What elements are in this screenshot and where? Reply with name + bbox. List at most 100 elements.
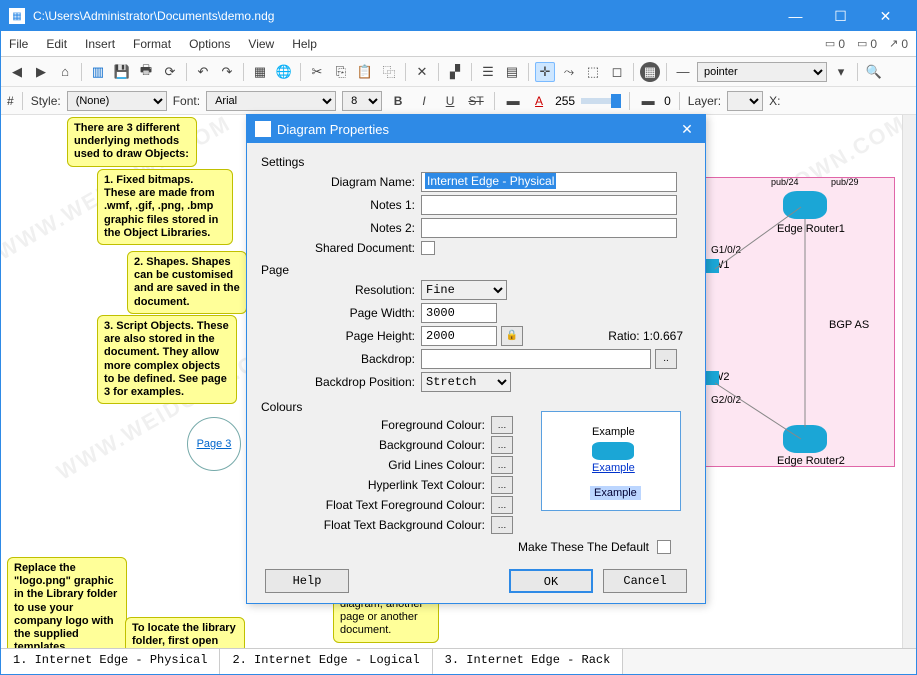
backdrop-label: Backdrop: (261, 352, 421, 366)
zoom-icon[interactable]: 🔍 (864, 62, 884, 82)
colour-preview: Example Example Example (541, 411, 681, 511)
menu-edit[interactable]: Edit (46, 37, 67, 51)
connect-icon[interactable]: ⤳ (559, 62, 579, 82)
backdrop-browse-button[interactable]: .. (655, 349, 677, 369)
copy-icon[interactable]: ⎘ (331, 62, 351, 82)
refresh-icon[interactable]: ⟳ (160, 62, 180, 82)
home-icon[interactable]: ⌂ (55, 62, 75, 82)
menu-view[interactable]: View (248, 37, 274, 51)
layer-label: Layer: (688, 94, 721, 108)
name-input[interactable]: Internet Edge - Physical (421, 172, 677, 192)
strike-icon[interactable]: ST (466, 91, 486, 111)
floatbg-label: Float Text Background Colour: (261, 518, 491, 532)
layer-select[interactable] (727, 91, 763, 111)
pub1-label: pub/24 (771, 177, 799, 187)
redo-icon[interactable]: ↷ (217, 62, 237, 82)
help-button[interactable]: Help (265, 569, 349, 593)
note-6[interactable]: To locate the library folder, first open (125, 617, 245, 648)
counter-1: ▭ 0 (825, 37, 845, 51)
bold-icon[interactable]: B (388, 91, 408, 111)
paste-icon[interactable]: 📋 (355, 62, 375, 82)
note-1[interactable]: There are 3 different underlying methods… (67, 117, 197, 167)
if2-label: G2/0/2 (711, 395, 741, 406)
width-input[interactable] (421, 303, 497, 323)
section-settings: Settings (261, 155, 691, 169)
style-select[interactable]: (None) (67, 91, 167, 111)
shared-checkbox[interactable] (421, 241, 435, 255)
line-style-icon[interactable]: ― (673, 62, 693, 82)
origin-value: 0 (664, 94, 671, 108)
line-color-icon[interactable]: ▬ (638, 91, 658, 111)
group-icon[interactable]: ☰ (478, 62, 498, 82)
menu-file[interactable]: File (9, 37, 28, 51)
menu-insert[interactable]: Insert (85, 37, 115, 51)
hyper-swatch[interactable]: … (491, 476, 513, 494)
menu-options[interactable]: Options (189, 37, 230, 51)
library-icon[interactable]: ▦ (250, 62, 270, 82)
note-3[interactable]: 2. Shapes. Shapes can be customised and … (127, 251, 247, 314)
tab-3[interactable]: 3. Internet Edge - Rack (433, 649, 624, 674)
note-2[interactable]: 1. Fixed bitmaps. These are made from .w… (97, 169, 233, 245)
dialog-titlebar[interactable]: Diagram Properties ✕ (247, 115, 705, 143)
default-checkbox[interactable] (657, 540, 671, 554)
print-icon[interactable]: 🖶 (136, 62, 156, 82)
preview-fg: Example (592, 426, 635, 438)
router-2-label: Edge Router2 (777, 455, 845, 467)
resolution-select[interactable]: Fine (421, 280, 507, 300)
menu-help[interactable]: Help (292, 37, 317, 51)
text-color-icon[interactable]: A (529, 91, 549, 111)
italic-icon[interactable]: I (414, 91, 434, 111)
maximize-button[interactable]: ☐ (818, 1, 863, 31)
router-2-icon[interactable] (783, 425, 827, 453)
notes2-input[interactable] (421, 218, 677, 238)
note-4[interactable]: 3. Script Objects. These are also stored… (97, 315, 237, 404)
vertical-scrollbar[interactable] (902, 115, 916, 648)
lock-ratio-button[interactable]: 🔒 (501, 326, 523, 346)
save-icon[interactable]: 💾 (112, 62, 132, 82)
note-5[interactable]: Replace the "logo.png" graphic in the Li… (7, 557, 127, 648)
bg-label: Background Colour: (261, 438, 491, 452)
back-icon[interactable]: ◀ (7, 62, 27, 82)
close-button[interactable]: ✕ (863, 1, 908, 31)
globe-icon[interactable]: 🌐 (274, 62, 294, 82)
floatbg-swatch[interactable]: … (491, 516, 513, 534)
grid-icon[interactable]: ▦ (640, 62, 660, 82)
cut-icon[interactable]: ✂ (307, 62, 327, 82)
delete-icon[interactable]: ✕ (412, 62, 432, 82)
forward-icon[interactable]: ▶ (31, 62, 51, 82)
floatfg-swatch[interactable]: … (491, 496, 513, 514)
grid-swatch[interactable]: … (491, 456, 513, 474)
tab-2[interactable]: 2. Internet Edge - Logical (220, 649, 432, 674)
page-link[interactable]: Page 3 (187, 417, 241, 471)
cancel-button[interactable]: Cancel (603, 569, 687, 593)
router-1-icon[interactable] (783, 191, 827, 219)
notes1-input[interactable] (421, 195, 677, 215)
duplicate-icon[interactable]: ⿻ (379, 62, 399, 82)
dialog-close-button[interactable]: ✕ (677, 121, 697, 138)
pointer-tool-icon[interactable]: ✛ (535, 62, 555, 82)
fg-swatch[interactable]: … (491, 416, 513, 434)
hyper-label: Hyperlink Text Colour: (261, 478, 491, 492)
underline-icon[interactable]: U (440, 91, 460, 111)
floatfg-label: Float Text Foreground Colour: (261, 498, 491, 512)
tab-1[interactable]: 1. Internet Edge - Physical (1, 649, 220, 674)
font-select[interactable]: Arial (206, 91, 336, 111)
tool-select[interactable]: pointer (697, 62, 827, 82)
align-icon[interactable]: ▞ (445, 62, 465, 82)
fill-icon[interactable]: ▬ (503, 91, 523, 111)
preview-router-icon (592, 442, 634, 460)
backdrop-pos-select[interactable]: Stretch (421, 372, 511, 392)
bg-swatch[interactable]: … (491, 436, 513, 454)
menu-format[interactable]: Format (133, 37, 171, 51)
node-icon[interactable]: ◻ (607, 62, 627, 82)
undo-icon[interactable]: ↶ (193, 62, 213, 82)
backdrop-input[interactable] (421, 349, 651, 369)
ok-button[interactable]: OK (509, 569, 593, 593)
height-input[interactable] (421, 326, 497, 346)
select-icon[interactable]: ⬚ (583, 62, 603, 82)
minimize-button[interactable]: ― (773, 1, 818, 31)
dropdown-icon[interactable]: ▾ (831, 62, 851, 82)
ungroup-icon[interactable]: ▤ (502, 62, 522, 82)
new-icon[interactable]: ▥ (88, 62, 108, 82)
size-select[interactable]: 8 (342, 91, 382, 111)
